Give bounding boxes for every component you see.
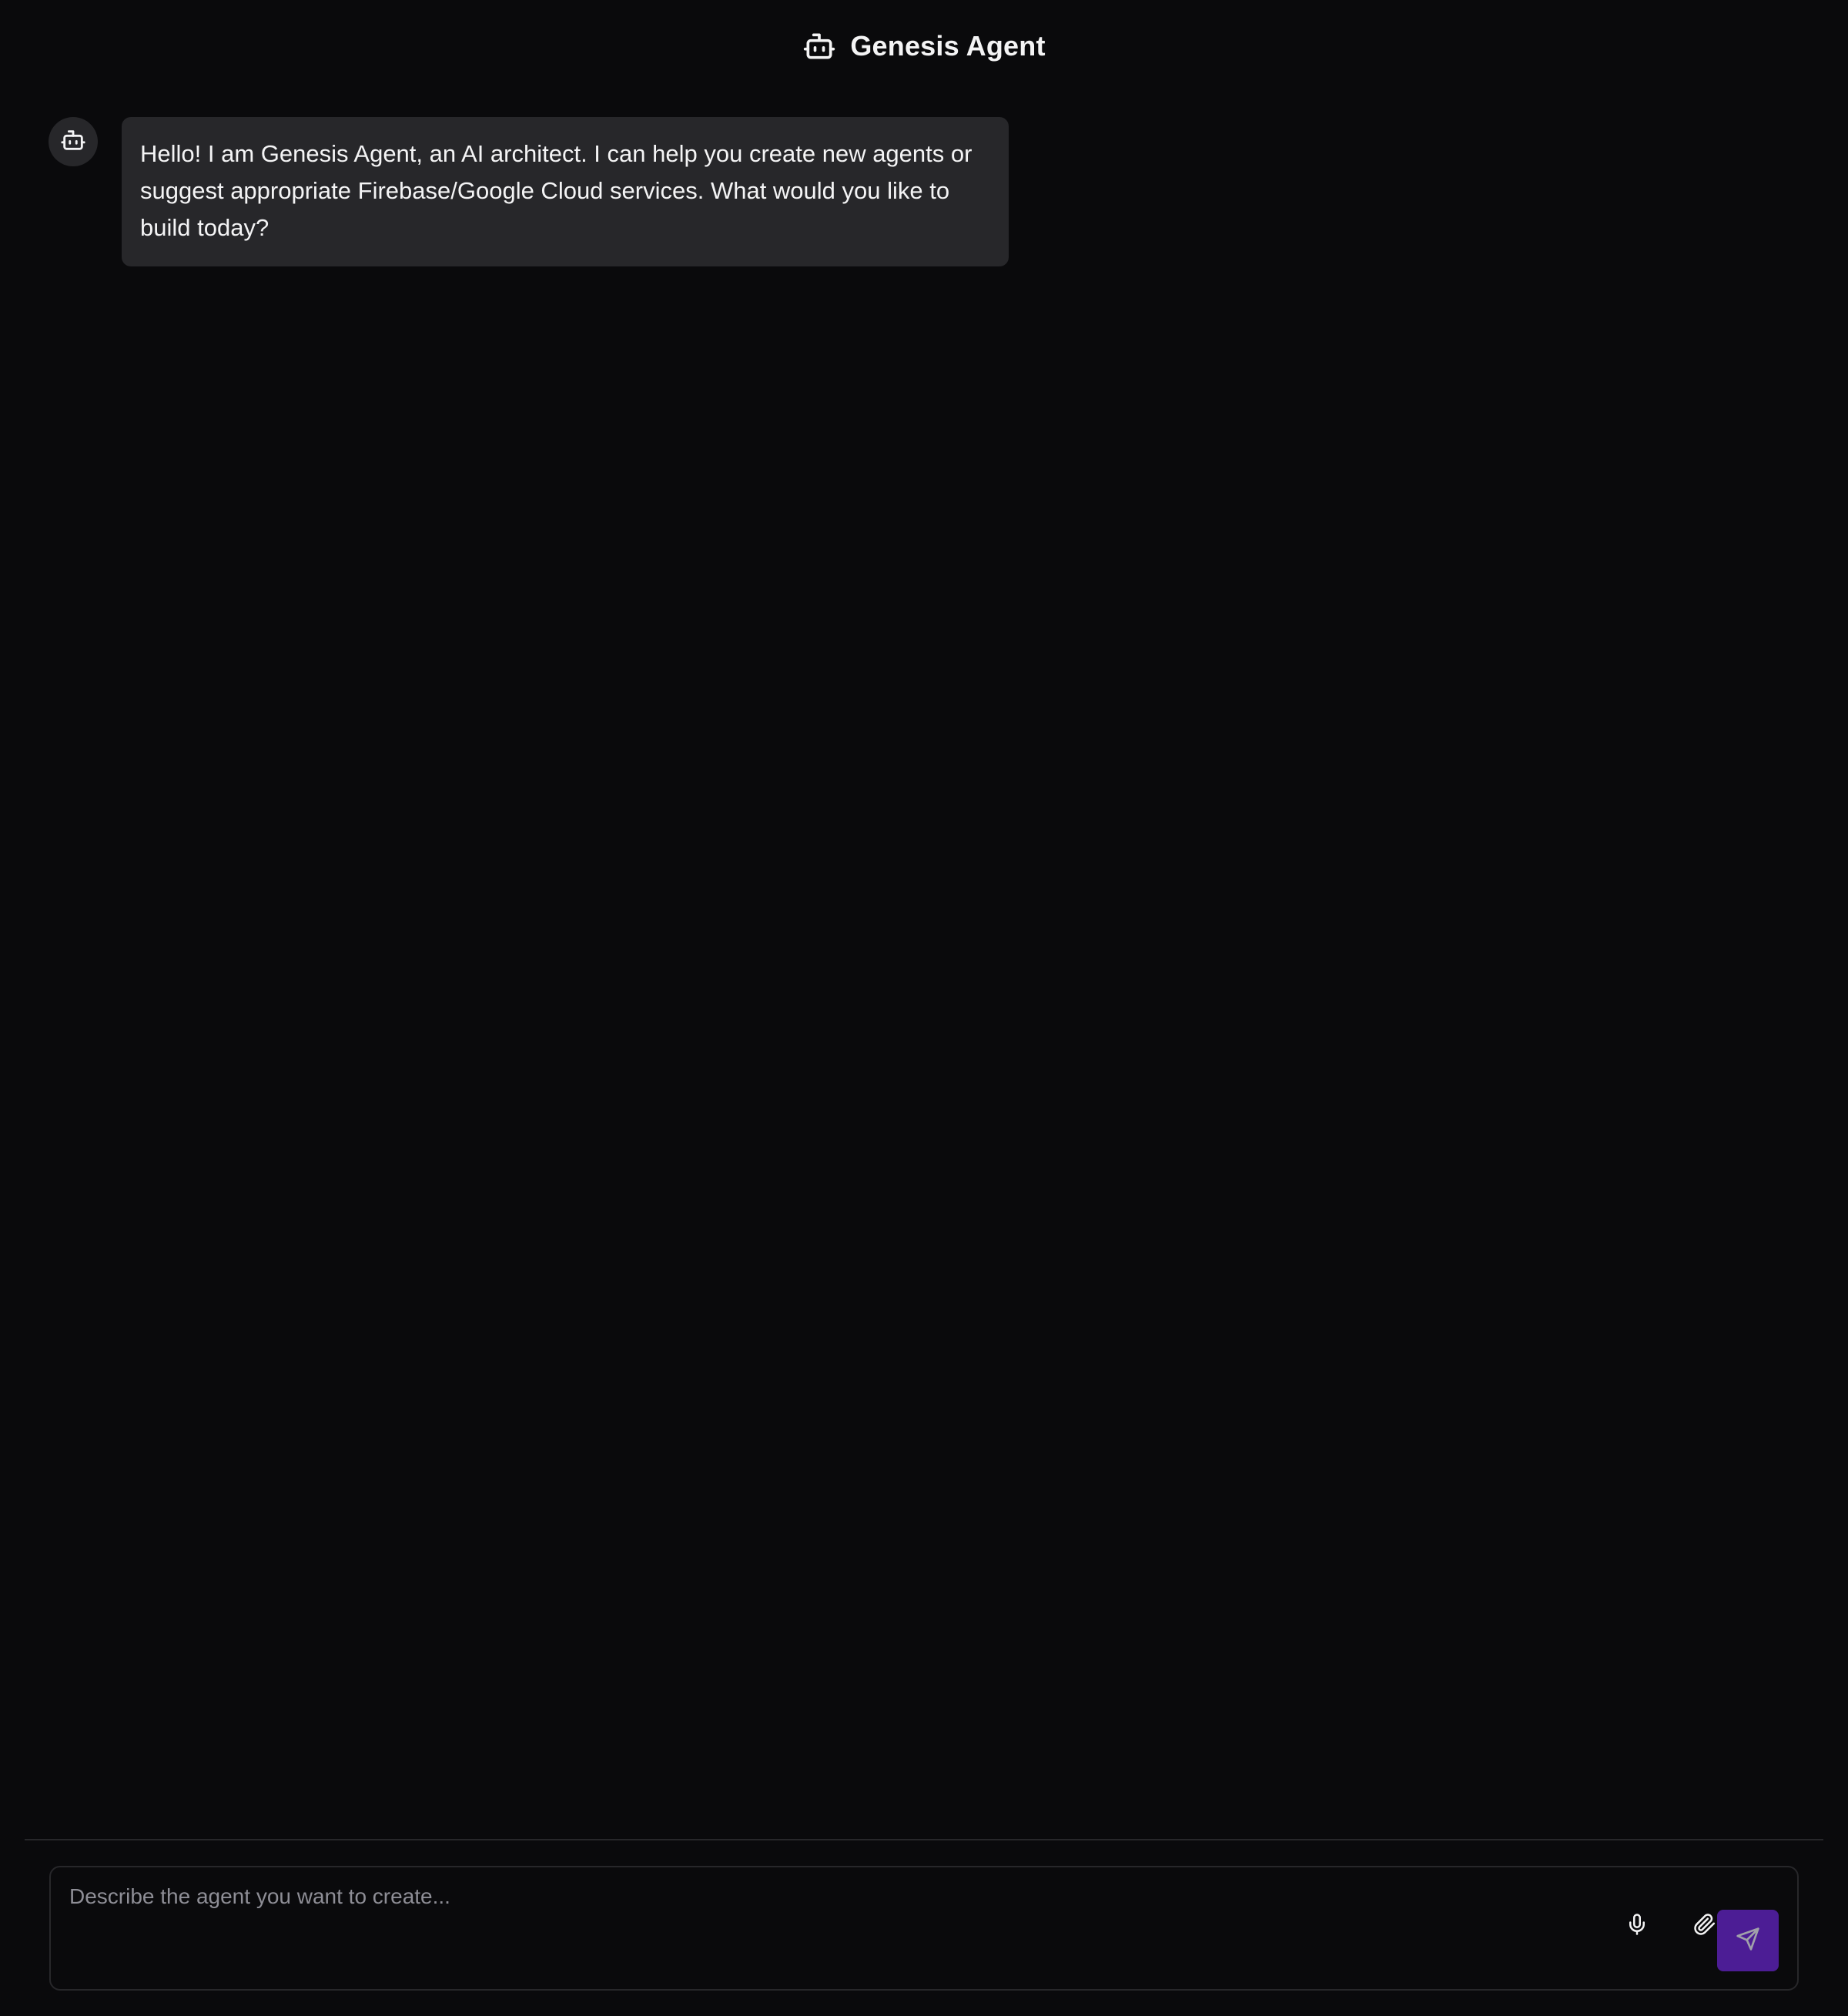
app-header: Genesis Agent <box>0 0 1848 92</box>
send-icon <box>1736 1927 1760 1955</box>
message-composer <box>49 1866 1799 1991</box>
bot-icon <box>60 127 86 157</box>
paperclip-icon <box>1693 1913 1716 1940</box>
app-title: Genesis Agent <box>850 30 1046 62</box>
composer-divider <box>25 1839 1823 1840</box>
assistant-message: Hello! I am Genesis Agent, an AI archite… <box>49 117 1009 266</box>
send-button[interactable] <box>1717 1910 1779 1971</box>
prompt-input[interactable] <box>69 1881 1594 1927</box>
assistant-avatar <box>49 117 98 166</box>
bot-icon <box>802 29 836 63</box>
message-bubble: Hello! I am Genesis Agent, an AI archite… <box>122 117 1009 266</box>
mic-button[interactable] <box>1614 1903 1660 1949</box>
mic-icon <box>1625 1913 1649 1940</box>
